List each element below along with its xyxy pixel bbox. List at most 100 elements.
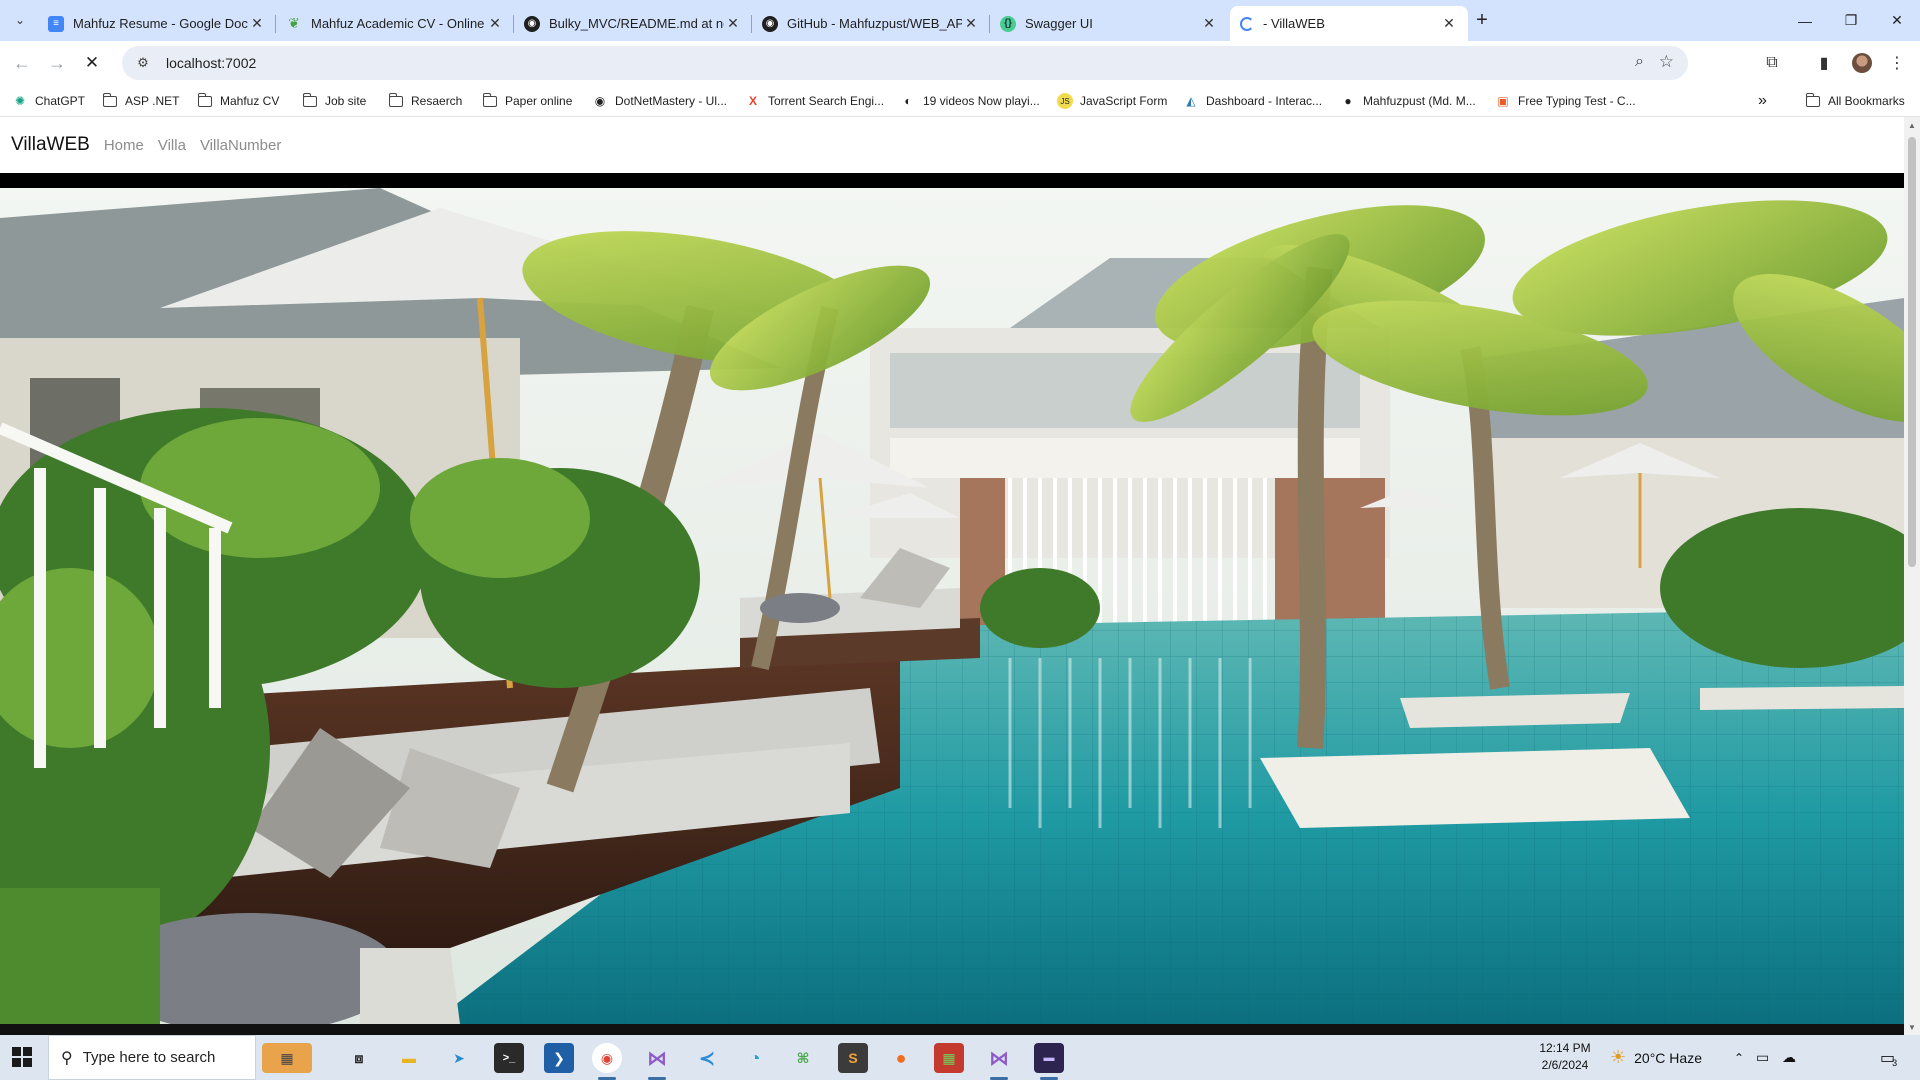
edge-icon[interactable]: ◔: [740, 1043, 770, 1073]
close-window-icon[interactable]: ✕: [1874, 0, 1920, 41]
close-tab-icon[interactable]: ✕: [1440, 15, 1458, 33]
typing-test-icon: ▣: [1497, 94, 1509, 108]
bookmark-github-mahfuzpust[interactable]: ● Mahfuzpust (Md. M...: [1340, 90, 1475, 112]
bookmark-chatgpt[interactable]: ✺ ChatGPT: [12, 90, 85, 112]
all-bookmarks-button[interactable]: All Bookmarks: [1805, 90, 1905, 112]
side-panel-icon[interactable]: ▮: [1813, 52, 1835, 74]
weather-widget[interactable]: ☀ 20°C Haze: [1610, 1035, 1702, 1080]
bookmarks-bar: ✺ ChatGPT ASP .NET Mahfuz CV Job site Res…: [0, 84, 1920, 117]
nav-link-home[interactable]: Home: [104, 137, 144, 154]
address-bar[interactable]: ⚙ localhost:7002 ⌕ ☆: [122, 46, 1688, 80]
network-icon[interactable]: ▭: [1756, 1035, 1769, 1080]
tab-overleaf[interactable]: ❦ Mahfuz Academic CV - Online L ✕: [276, 6, 514, 41]
stop-loading-icon[interactable]: ✕: [78, 49, 106, 77]
sublime-text-icon[interactable]: S: [838, 1043, 868, 1073]
tab-github-webapi[interactable]: ◉ GitHub - Mahfuzpust/WEB_API ✕: [752, 6, 990, 41]
bookmark-folder-aspnet[interactable]: ASP .NET: [102, 90, 179, 112]
visual-studio-2-icon[interactable]: ⋈: [984, 1043, 1014, 1080]
folder-icon: [302, 92, 318, 109]
bookmark-folder-job-site[interactable]: Job site: [302, 90, 366, 112]
folder-icon: [1805, 92, 1821, 109]
site-brand[interactable]: VillaWEB: [11, 134, 90, 156]
bookmark-dashboard[interactable]: ◭ Dashboard - Interac...: [1183, 90, 1322, 112]
nav-link-villanumber[interactable]: VillaNumber: [200, 137, 281, 154]
overleaf-icon: ❦: [288, 15, 300, 31]
windows-start-icon[interactable]: [12, 1047, 32, 1067]
restore-icon[interactable]: ❐: [1828, 0, 1874, 41]
vscode-icon[interactable]: ≺: [692, 1043, 722, 1073]
site-info-icon[interactable]: ⚙: [132, 52, 154, 74]
close-tab-icon[interactable]: ✕: [962, 15, 980, 33]
telegram-icon[interactable]: ➤: [444, 1043, 474, 1073]
url-text[interactable]: localhost:7002: [166, 55, 256, 71]
tab-github-readme[interactable]: ◉ Bulky_MVC/README.md at new ✕: [514, 6, 752, 41]
pycharm-icon[interactable]: ⌘: [788, 1043, 818, 1073]
bookmark-dotnetmastery[interactable]: ◉ DotNetMastery - Ul...: [592, 90, 727, 112]
tab-title: Bulky_MVC/README.md at new: [549, 16, 724, 31]
firefox-icon[interactable]: ●: [886, 1043, 916, 1073]
chrome-icon[interactable]: ◉: [592, 1043, 622, 1080]
bookmark-folder-paper-online[interactable]: Paper online: [482, 90, 572, 112]
clock-time: 12:14 PM: [1539, 1041, 1591, 1055]
folder-icon: [388, 92, 404, 109]
debug-console-icon[interactable]: ▬: [1034, 1043, 1064, 1080]
folder-icon: [482, 92, 498, 109]
tab-title: GitHub - Mahfuzpust/WEB_API: [787, 16, 962, 31]
visual-studio-icon[interactable]: ⋈: [642, 1043, 672, 1080]
bookmark-star-icon[interactable]: ☆: [1659, 52, 1674, 72]
tab-title: Mahfuz Resume - Google Docs: [73, 16, 248, 31]
notification-center-icon[interactable]: ▭ 3: [1880, 1035, 1897, 1080]
close-tab-icon[interactable]: ✕: [1200, 15, 1218, 33]
close-tab-icon[interactable]: ✕: [724, 15, 742, 33]
close-tab-icon[interactable]: ✕: [486, 15, 504, 33]
bookmark-folder-research[interactable]: Resaerch: [388, 90, 462, 112]
calculator-widget-icon[interactable]: ▦: [262, 1043, 312, 1073]
winrar-icon[interactable]: ▦: [934, 1043, 964, 1073]
zoom-icon[interactable]: ⌕: [1635, 53, 1644, 71]
bookmark-videos[interactable]: ◐ 19 videos Now playi...: [900, 90, 1039, 112]
search-icon: ⚲: [61, 1049, 73, 1067]
clock-date: 2/6/2024: [1541, 1058, 1589, 1072]
video-icon: ◐: [904, 94, 912, 108]
loading-spinner-icon: [1240, 16, 1254, 31]
new-tab-button[interactable]: +: [1470, 8, 1494, 32]
task-view-icon[interactable]: ⧈: [344, 1043, 374, 1073]
minimize-icon[interactable]: —: [1782, 0, 1828, 41]
powershell-icon[interactable]: ❯: [544, 1043, 574, 1073]
more-menu-icon[interactable]: ⋮: [1886, 52, 1908, 74]
file-explorer-icon[interactable]: ▬: [394, 1043, 424, 1073]
scroll-up-icon[interactable]: ▲: [1904, 117, 1920, 133]
browser-toolbar: ← → ✕ ⚙ localhost:7002 ⌕ ☆ ⧉ ▮ ⋮: [0, 41, 1920, 84]
system-clock[interactable]: 12:14 PM 2/6/2024: [1530, 1040, 1600, 1074]
show-hidden-icons-icon[interactable]: ⌃: [1734, 1035, 1744, 1080]
cloud-icon[interactable]: ☁: [1782, 1035, 1796, 1080]
close-tab-icon[interactable]: ✕: [248, 15, 266, 33]
bookmark-folder-mahfuz-cv[interactable]: Mahfuz CV: [197, 90, 279, 112]
github-icon: ◉: [762, 15, 778, 32]
tab-search-chevron-icon[interactable]: ⌄: [8, 8, 32, 32]
tab-swagger[interactable]: {} Swagger UI ✕: [990, 6, 1228, 41]
tab-google-docs[interactable]: ≡ Mahfuz Resume - Google Docs ✕: [38, 6, 276, 41]
scrollbar-thumb[interactable]: [1908, 137, 1916, 567]
taskbar-search-box[interactable]: ⚲ Type here to search: [48, 1035, 256, 1080]
scroll-down-icon[interactable]: ▼: [1904, 1019, 1920, 1035]
tab-title: Swagger UI: [1025, 16, 1093, 31]
nav-link-villa[interactable]: Villa: [158, 137, 186, 154]
weather-text: 20°C Haze: [1634, 1049, 1702, 1066]
forward-icon[interactable]: →: [43, 49, 71, 77]
bookmark-javascript-form[interactable]: JS JavaScript Form: [1057, 90, 1167, 112]
tab-villaweb-active[interactable]: - VillaWEB ✕: [1230, 6, 1468, 41]
bookmark-torrent-search[interactable]: X Torrent Search Engi...: [745, 90, 884, 112]
tab-title: - VillaWEB: [1263, 16, 1325, 31]
extensions-icon[interactable]: ⧉: [1761, 52, 1783, 74]
bookmarks-overflow-button[interactable]: »: [1758, 90, 1767, 112]
dotnetmastery-icon: ◉: [594, 94, 606, 108]
back-icon[interactable]: ←: [8, 49, 36, 77]
profile-avatar[interactable]: [1851, 52, 1873, 74]
bookmark-typing-test[interactable]: ▣ Free Typing Test - C...: [1495, 90, 1635, 112]
terminal-icon[interactable]: >_: [494, 1043, 524, 1073]
dashboard-icon: ◭: [1186, 94, 1196, 108]
chatgpt-icon: ✺: [14, 94, 26, 108]
javascript-icon: JS: [1057, 93, 1073, 109]
page-scrollbar[interactable]: ▲ ▼: [1904, 117, 1920, 1035]
